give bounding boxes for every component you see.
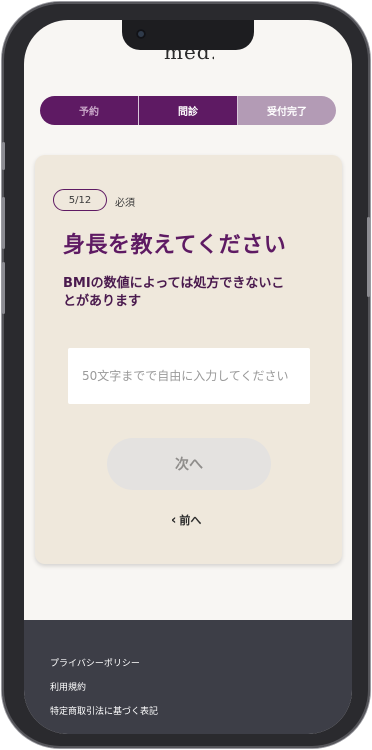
chevron-left-icon: ‹ [171, 512, 177, 528]
step-reservation: 予約 [40, 96, 139, 125]
mute-switch [2, 142, 5, 170]
step-questionnaire: 問診 [139, 96, 238, 125]
front-camera-icon [136, 29, 146, 39]
power-button [367, 217, 370, 297]
step-complete: 受付完了 [238, 96, 336, 125]
volume-up-button [2, 197, 5, 249]
footer: プライバシーポリシー 利用規約 特定商取引法に基づく表記 [24, 620, 352, 734]
question-card: 5/12 必須 身長を教えてください BMIの数値によっては処方できないことがあ… [35, 155, 342, 564]
commerce-law-link[interactable]: 特定商取引法に基づく表記 [50, 704, 158, 717]
required-label: 必須 [115, 198, 135, 209]
prev-label: 前へ [179, 514, 202, 527]
terms-link[interactable]: 利用規約 [50, 680, 86, 693]
privacy-policy-link[interactable]: プライバシーポリシー [50, 656, 140, 669]
question-progress-badge: 5/12 [53, 189, 107, 211]
next-button[interactable]: 次へ [107, 438, 271, 490]
question-note: BMIの数値によっては処方できないことがあります [63, 276, 285, 309]
screen: med. 予約 問診 受付完了 5/12 必須 身長を教えてください BMIの数… [24, 20, 352, 734]
phone-frame: med. 予約 問診 受付完了 5/12 必須 身長を教えてください BMIの数… [2, 2, 370, 748]
volume-down-button [2, 262, 5, 314]
question-title: 身長を教えてください [63, 233, 287, 258]
prev-link[interactable]: ‹ 前へ [171, 512, 201, 528]
notch [122, 20, 254, 50]
height-input[interactable] [68, 348, 310, 404]
progress-steps: 予約 問診 受付完了 [40, 96, 336, 125]
